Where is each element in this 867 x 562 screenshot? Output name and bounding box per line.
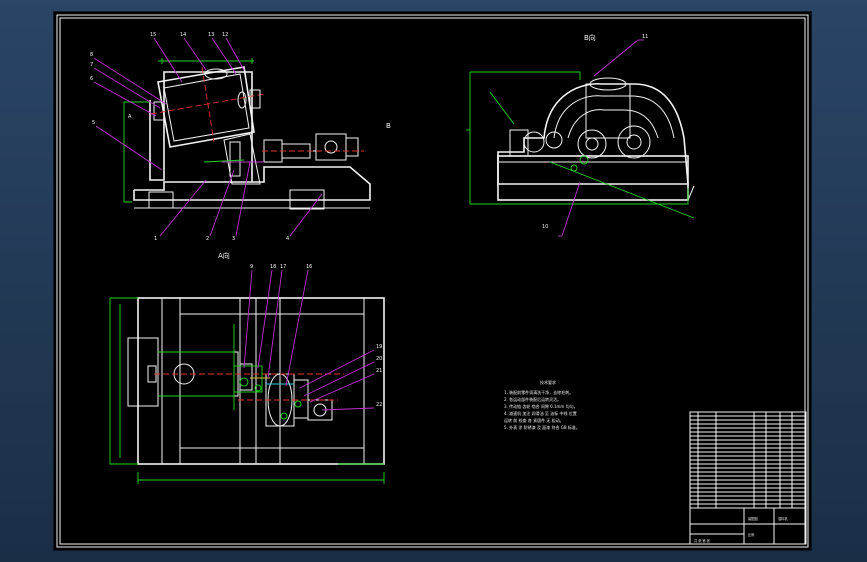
title-block-company: 装配图: [748, 516, 758, 521]
tech-requirement-line: 4. 减速机 加注 润滑油 至 油标 中线 位置: [504, 410, 577, 416]
tech-requirement-line: 2. 各运动部件装配后运转灵活。: [504, 396, 561, 402]
sheet-inner-border: [59, 17, 806, 545]
cad-drawing: 8 7 6 5 15 14 13 12 1 2 3 4 A B B向 11 10…: [56, 14, 809, 548]
svg-text:6: 6: [90, 76, 93, 82]
svg-text:14: 14: [180, 32, 186, 38]
tech-requirement-line: 运转 前 检查 各 紧固件 无 松动。: [504, 417, 564, 423]
svg-text:4: 4: [286, 236, 289, 242]
svg-text:8: 8: [90, 52, 93, 58]
svg-text:11: 11: [642, 34, 648, 40]
svg-text:17: 17: [280, 264, 286, 270]
svg-text:22: 22: [376, 402, 382, 408]
svg-text:13: 13: [208, 32, 214, 38]
view-b-title: B向: [584, 33, 596, 42]
svg-text:15: 15: [150, 32, 156, 38]
view-a-title: A向: [218, 251, 230, 260]
tech-requirement-line: 5. 外表 涂 防锈漆 及 面漆 符合 GB 标准。: [504, 424, 580, 430]
view-b-arrow-label: B: [386, 122, 391, 130]
svg-text:7: 7: [90, 62, 93, 68]
svg-text:A: A: [128, 114, 132, 120]
svg-text:5: 5: [92, 120, 95, 126]
title-block-drawing-name: 混料机: [778, 516, 788, 521]
tech-requirements-title: 技术要求: [540, 379, 556, 385]
title-block-sheet: 共 张 第 张: [694, 538, 711, 543]
svg-text:3: 3: [232, 236, 235, 242]
svg-text:2: 2: [206, 236, 209, 242]
parts-list: 装配图 混料机 比例 共 张 第 张: [689, 411, 807, 545]
svg-text:1: 1: [154, 236, 157, 242]
tech-requirement-line: 1. 装配前零件须清洗干净，去除毛刺。: [504, 389, 573, 395]
svg-text:18: 18: [270, 264, 276, 270]
svg-text:10: 10: [542, 224, 548, 230]
title-block-scale: 比例: [748, 532, 754, 537]
svg-text:21: 21: [376, 368, 382, 374]
svg-text:19: 19: [376, 344, 382, 350]
tech-requirements: 技术要求 1. 装配前零件须清洗干净，去除毛刺。 2. 各运动部件装配后运转灵活…: [504, 379, 580, 430]
view-a: A向 9 18 17 16 19 20 21 22: [109, 251, 385, 484]
view-b: B向 11 10: [466, 33, 695, 237]
svg-text:12: 12: [222, 32, 228, 38]
tech-requirement-line: 3. 传动链 齿轮 啮合 间隙 0.1mm 均匀。: [504, 403, 578, 409]
svg-text:20: 20: [376, 356, 382, 362]
svg-text:16: 16: [306, 264, 312, 270]
main-view: [123, 58, 371, 210]
cad-viewport[interactable]: 8 7 6 5 15 14 13 12 1 2 3 4 A B B向 11 10…: [54, 12, 811, 550]
sheet-border: [56, 14, 809, 548]
svg-text:9: 9: [250, 264, 253, 270]
